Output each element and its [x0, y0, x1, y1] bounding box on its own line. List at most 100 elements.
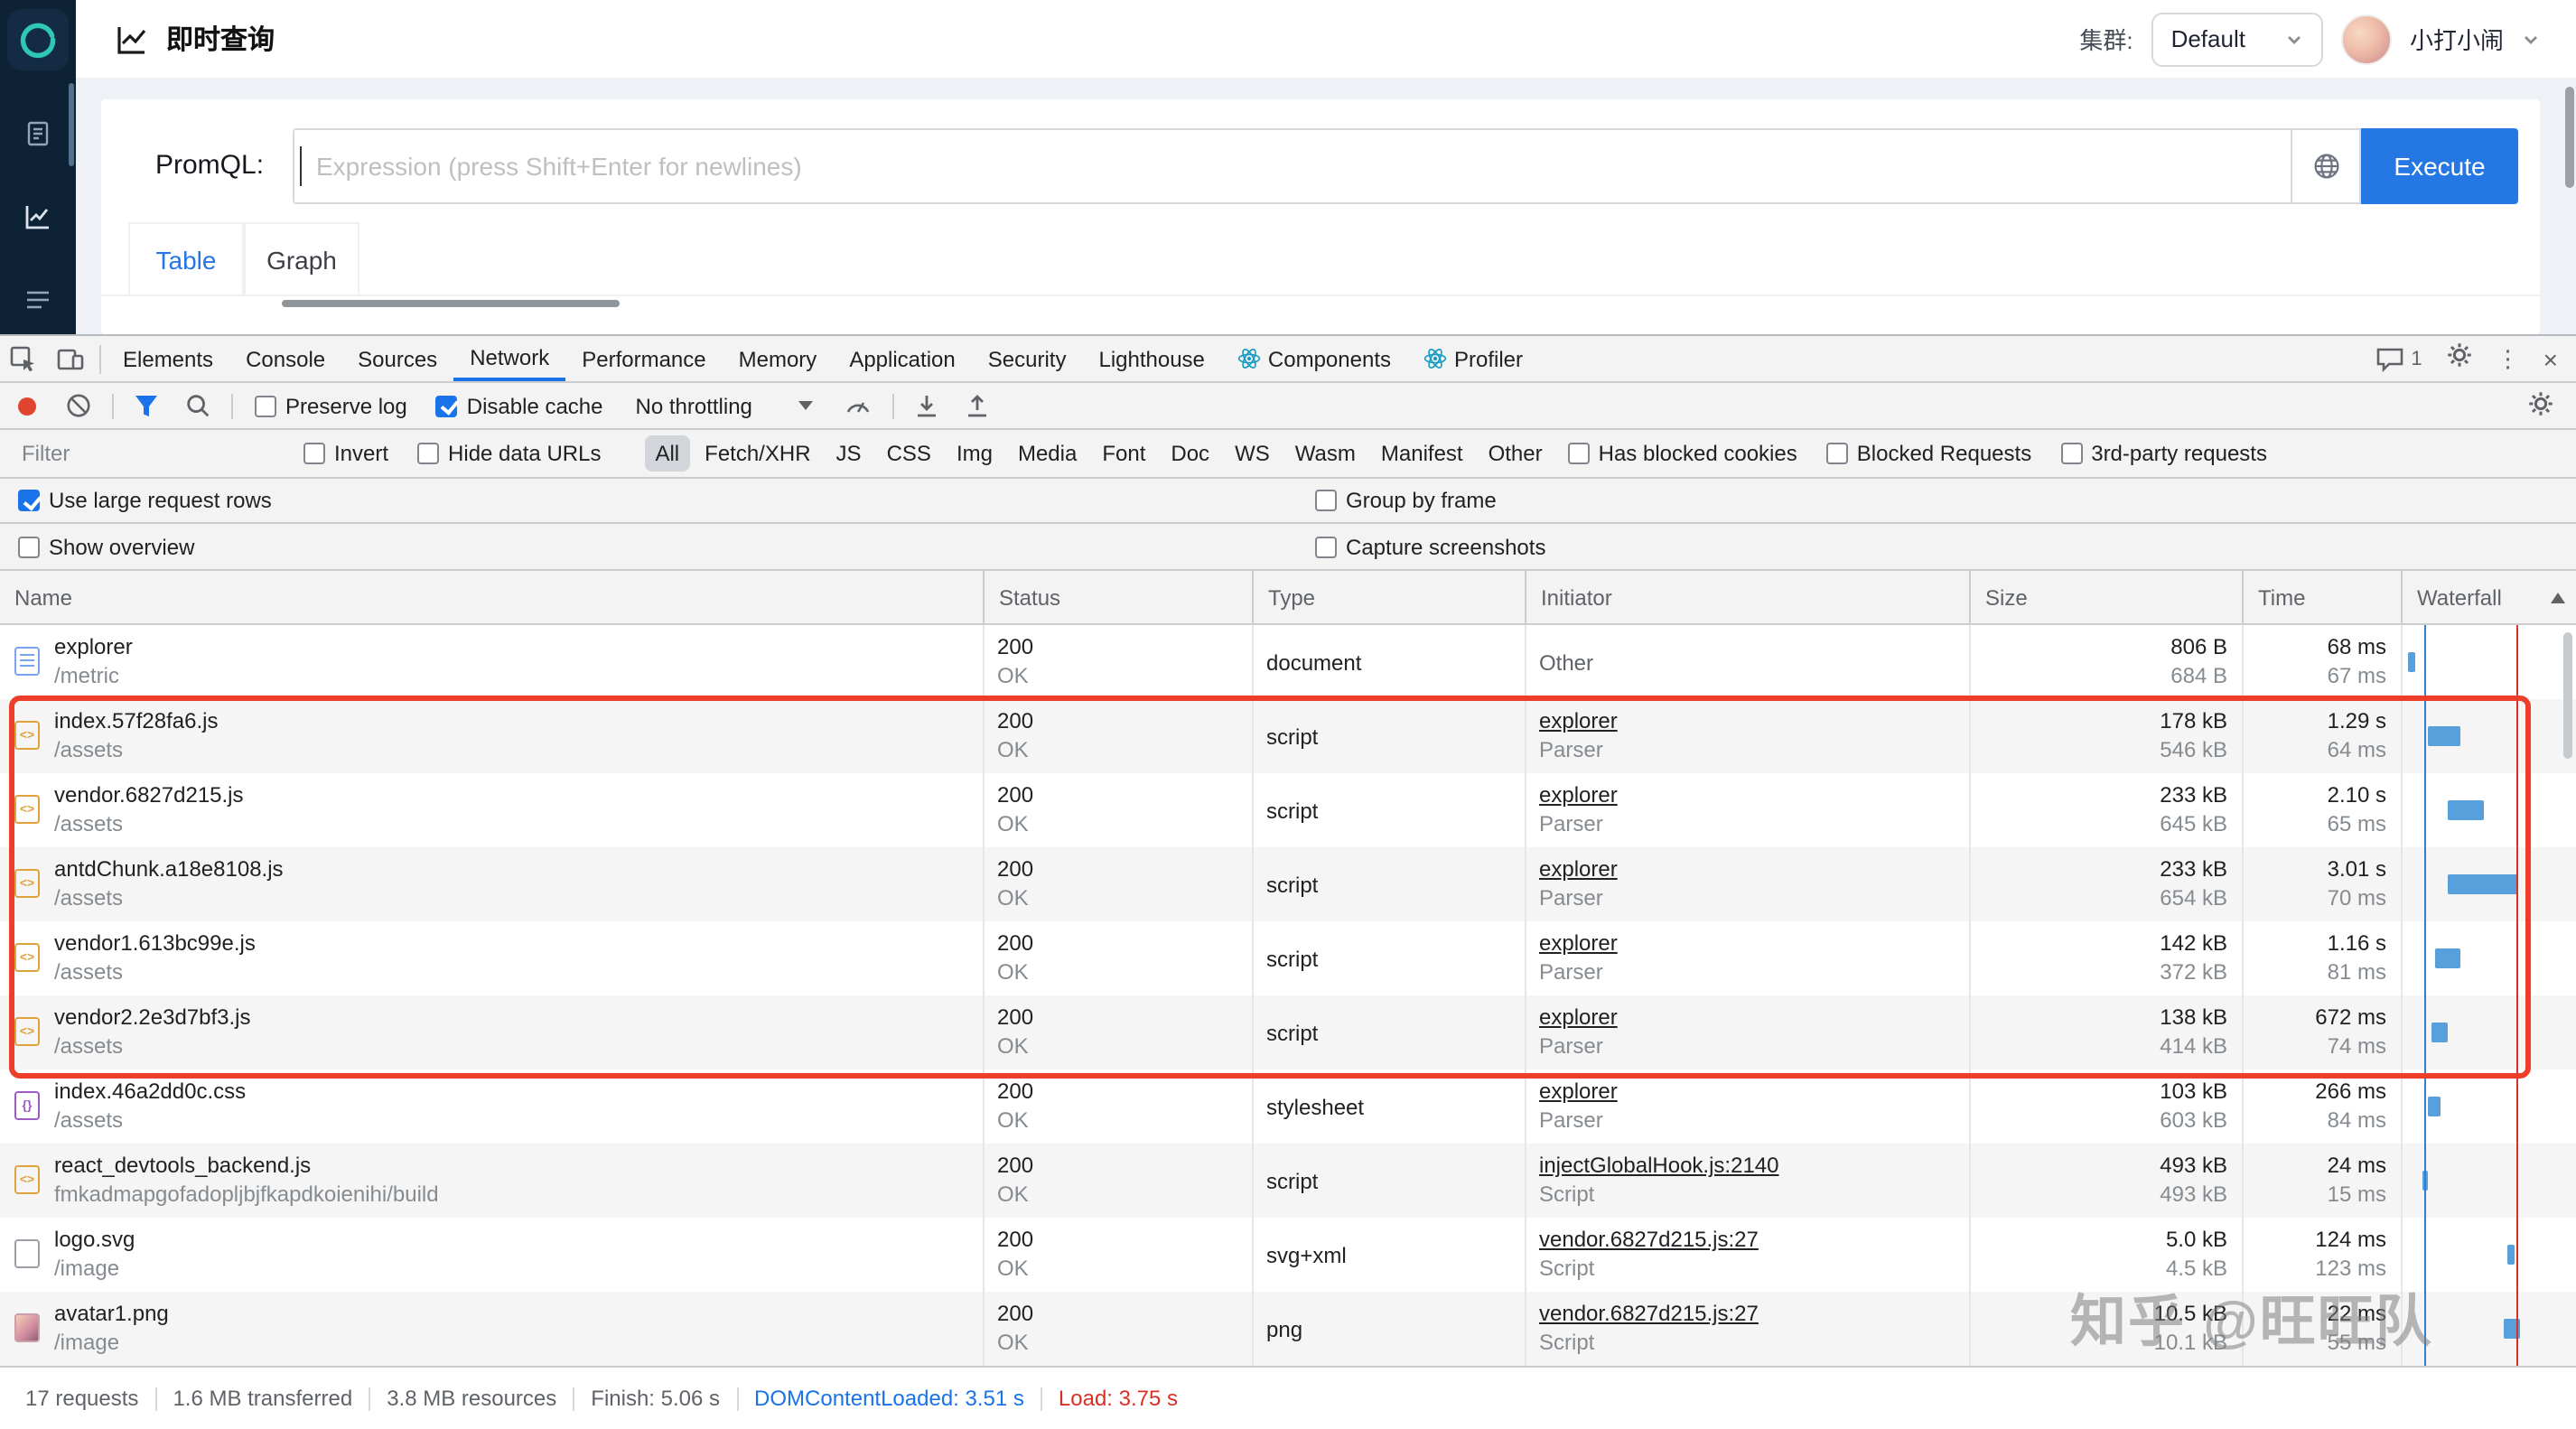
filter-type-img[interactable]: Img [946, 435, 1003, 472]
page-scrollbar-thumb[interactable] [2565, 87, 2574, 188]
kebab-menu-icon[interactable]: ⋮ [2497, 344, 2520, 373]
import-har-icon [918, 395, 937, 416]
third-party-requests-checkbox[interactable]: 3rd-party requests [2060, 441, 2267, 466]
filter-type-manifest[interactable]: Manifest [1370, 435, 1474, 472]
close-icon[interactable]: × [2543, 344, 2558, 373]
network-request-row[interactable]: vendor.6827d215.js/assets 200 OK script expl… [0, 773, 2576, 847]
initiator-link[interactable]: explorer [1539, 930, 1618, 956]
cluster-select[interactable]: Default [2151, 12, 2323, 66]
tab-table[interactable]: Table [128, 222, 244, 296]
network-request-row[interactable]: explorer/metric 200 OK document Other 806 B 68… [0, 625, 2576, 699]
network-request-row[interactable]: vendor1.613bc99e.js/assets 200 OK script exp… [0, 921, 2576, 995]
column-divider[interactable] [2242, 625, 2244, 1366]
network-conditions-button[interactable] [845, 391, 873, 420]
horizontal-scrollbar-thumb[interactable] [282, 300, 620, 307]
initiator-link[interactable]: explorer [1539, 782, 1618, 808]
show-overview-checkbox[interactable]: Show overview [18, 534, 194, 559]
filter-type-fetch-xhr[interactable]: Fetch/XHR [694, 435, 821, 472]
filter-type-css[interactable]: CSS [876, 435, 942, 472]
initiator-link[interactable]: explorer [1539, 856, 1618, 882]
clear-button[interactable] [65, 392, 92, 419]
network-request-row[interactable]: index.46a2dd0c.css/assets 200 OK stylesheet… [0, 1069, 2576, 1144]
metrics-explorer-button[interactable] [2291, 128, 2361, 204]
sidebar-item-list[interactable] [23, 285, 52, 314]
filter-type-media[interactable]: Media [1007, 435, 1087, 472]
import-har-button[interactable] [915, 393, 940, 418]
devtools-tab-lighthouse[interactable]: Lighthouse [1082, 336, 1220, 381]
issues-button[interactable]: 1 [2375, 346, 2422, 371]
time-total: 68 ms [2327, 634, 2386, 659]
initiator-link[interactable]: vendor.6827d215.js:27 [1539, 1301, 1759, 1326]
column-header-status[interactable]: Status [983, 571, 1252, 625]
sidebar-scrollbar[interactable] [69, 83, 74, 166]
sidebar-item-docs[interactable] [23, 119, 52, 148]
sidebar-item-metrics[interactable] [23, 202, 52, 231]
devtools-tab-memory[interactable]: Memory [723, 336, 834, 381]
network-request-row[interactable]: react_devtools_backend.js fmkadmapgofadop… [0, 1144, 2576, 1218]
filter-type-doc[interactable]: Doc [1160, 435, 1220, 472]
network-request-row[interactable]: index.57f28fa6.js/assets 200 OK script explo… [0, 699, 2576, 773]
preserve-log-checkbox[interactable]: Preserve log [255, 393, 407, 418]
column-divider[interactable] [1252, 625, 1254, 1366]
execute-button[interactable]: Execute [2361, 128, 2518, 204]
devtools-tab-network[interactable]: Network [453, 336, 566, 381]
record-button[interactable] [18, 397, 36, 415]
export-har-button[interactable] [966, 393, 991, 418]
column-header-name[interactable]: Name [0, 571, 983, 625]
devtools-tab-sources[interactable]: Sources [341, 336, 453, 381]
column-divider[interactable] [2401, 625, 2403, 1366]
capture-screenshots-checkbox[interactable]: Capture screenshots [1315, 534, 1545, 559]
filter-type-other[interactable]: Other [1478, 435, 1554, 472]
filter-type-wasm[interactable]: Wasm [1284, 435, 1367, 472]
column-header-type[interactable]: Type [1252, 571, 1525, 625]
hide-data-urls-checkbox[interactable]: Hide data URLs [417, 441, 601, 466]
filter-type-ws[interactable]: WS [1224, 435, 1281, 472]
group-by-frame-checkbox[interactable]: Group by frame [1315, 488, 1497, 513]
network-request-row[interactable]: vendor2.2e3d7bf3.js/assets 200 OK script exp… [0, 995, 2576, 1069]
use-large-request-rows-checkbox[interactable]: Use large request rows [18, 488, 272, 513]
blocked-requests-checkbox[interactable]: Blocked Requests [1825, 441, 2031, 466]
filter-input[interactable] [18, 439, 289, 468]
initiator-link[interactable]: explorer [1539, 708, 1618, 733]
initiator-link[interactable]: injectGlobalHook.js:2140 [1539, 1153, 1779, 1178]
throttling-select[interactable]: No throttling [636, 393, 814, 418]
column-divider[interactable] [983, 625, 985, 1366]
network-request-row[interactable]: antdChunk.a18e8108.js/assets 200 OK script e… [0, 847, 2576, 921]
devtools-tab-console[interactable]: Console [229, 336, 341, 381]
has-blocked-cookies-checkbox[interactable]: Has blocked cookies [1567, 441, 1797, 466]
column-header-time[interactable]: Time [2242, 571, 2401, 625]
column-divider[interactable] [1525, 625, 1526, 1366]
filter-toggle-button[interactable] [134, 393, 159, 418]
devtools-tab-application[interactable]: Application [833, 336, 971, 381]
initiator-link[interactable]: explorer [1539, 1079, 1618, 1104]
initiator-link[interactable]: vendor.6827d215.js:27 [1539, 1227, 1759, 1252]
filter-type-font[interactable]: Font [1091, 435, 1156, 472]
search-button[interactable] [184, 392, 211, 419]
devtools-tab-components[interactable]: Components [1221, 336, 1407, 381]
promql-input[interactable] [293, 128, 2291, 204]
status-code: 200 [997, 1004, 1034, 1030]
devtools-settings-button[interactable] [2446, 341, 2473, 377]
device-toolbar-button[interactable] [47, 344, 94, 373]
user-avatar[interactable] [2340, 14, 2392, 64]
filter-type-js[interactable]: JS [826, 435, 873, 472]
devtools-tab-security[interactable]: Security [972, 336, 1083, 381]
invert-checkbox[interactable]: Invert [303, 441, 388, 466]
disable-cache-checkbox[interactable]: Disable cache [435, 393, 603, 418]
inspect-element-button[interactable] [0, 344, 47, 373]
sort-asc-icon[interactable] [2551, 593, 2565, 603]
tab-graph[interactable]: Graph [244, 222, 359, 296]
table-scrollbar-thumb[interactable] [2563, 632, 2572, 759]
devtools-tab-elements[interactable]: Elements [107, 336, 229, 381]
devtools-tab-profiler[interactable]: Profiler [1407, 336, 1539, 381]
column-header-size[interactable]: Size [1969, 571, 2242, 625]
chevron-down-icon[interactable] [2522, 30, 2540, 48]
column-header-initiator[interactable]: Initiator [1525, 571, 1969, 625]
column-divider[interactable] [1969, 625, 1971, 1366]
filter-type-all[interactable]: All [644, 435, 691, 472]
initiator-link[interactable]: explorer [1539, 1004, 1618, 1030]
devtools-tab-performance[interactable]: Performance [565, 336, 722, 381]
network-settings-button[interactable] [2527, 389, 2554, 422]
column-header-waterfall[interactable]: Waterfall [2401, 571, 2576, 625]
app-logo[interactable] [7, 9, 69, 70]
